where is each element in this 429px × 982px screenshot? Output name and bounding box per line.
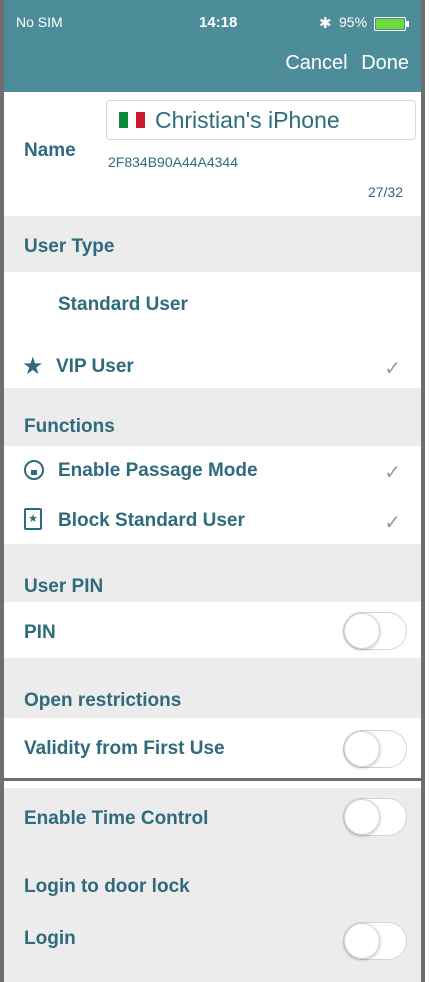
carrier-label: No SIM: [16, 14, 63, 30]
clock: 14:18: [199, 14, 238, 31]
done-button[interactable]: Done: [361, 52, 409, 74]
pin-toggle[interactable]: [343, 612, 407, 650]
row-login: Login: [4, 910, 421, 982]
checkmark-icon: ✓: [384, 512, 401, 534]
header: No SIM 14:18 ✱ 95% Cancel Done: [4, 0, 421, 92]
section-user-pin: User PIN: [4, 544, 421, 602]
character-counter: 27/32: [367, 184, 403, 200]
login-label: Login: [24, 928, 76, 949]
section-title: Login to door lock: [24, 876, 190, 897]
italy-flag-icon: [119, 111, 145, 128]
section-title: User PIN: [24, 576, 104, 597]
section-title: Functions: [24, 416, 115, 437]
section-title: User Type: [24, 236, 115, 257]
validity-first-use-toggle[interactable]: [343, 730, 407, 768]
battery-icon: [374, 17, 409, 31]
time-control-label: Enable Time Control: [24, 808, 209, 829]
cancel-button[interactable]: Cancel: [285, 52, 347, 74]
nav-bar: Cancel Done: [277, 52, 409, 75]
bluetooth-icon: ✱: [319, 15, 332, 32]
login-toggle[interactable]: [343, 922, 407, 960]
divider: [4, 778, 421, 788]
name-row: Name Christian's iPhone 2F834B90A44A4344…: [4, 92, 421, 216]
section-title: Open restrictions: [24, 690, 182, 711]
passage-mode-label: Enable Passage Mode: [58, 460, 258, 481]
name-value: Christian's iPhone: [155, 107, 340, 133]
name-label: Name: [24, 140, 76, 161]
name-input[interactable]: Christian's iPhone: [106, 100, 416, 140]
section-functions: Functions: [4, 388, 421, 446]
validity-first-use-label: Validity from First Use: [24, 738, 225, 759]
status-bar: No SIM 14:18 ✱ 95%: [4, 14, 421, 34]
row-vip-user[interactable]: ★ VIP User ✓: [4, 334, 421, 388]
block-user-icon: ★: [24, 508, 42, 530]
pin-label: PIN: [24, 622, 56, 643]
battery-percent: 95%: [339, 14, 368, 30]
row-pin: PIN: [4, 602, 421, 658]
time-control-toggle[interactable]: [343, 798, 407, 836]
standard-user-label: Standard User: [58, 294, 188, 315]
device-id: 2F834B90A44A4344: [108, 154, 238, 170]
checkmark-icon: ✓: [384, 462, 401, 484]
row-block-standard-user[interactable]: ★ Block Standard User ✓: [4, 496, 421, 544]
row-time-control: Enable Time Control: [4, 788, 421, 860]
section-open-restrictions: Open restrictions: [4, 658, 421, 718]
row-standard-user[interactable]: Standard User: [4, 272, 421, 334]
star-icon: ★: [22, 353, 44, 380]
section-login: Login to door lock: [4, 860, 421, 910]
section-user-type: User Type: [4, 216, 421, 272]
app-frame: No SIM 14:18 ✱ 95% Cancel Done Name Chri…: [0, 0, 425, 982]
lock-icon: [24, 460, 44, 480]
row-passage-mode[interactable]: Enable Passage Mode ✓: [4, 446, 421, 496]
row-validity-first-use: Validity from First Use: [4, 718, 421, 778]
checkmark-icon: ✓: [384, 358, 401, 380]
vip-user-label: VIP User: [56, 356, 134, 377]
block-standard-user-label: Block Standard User: [58, 510, 245, 531]
